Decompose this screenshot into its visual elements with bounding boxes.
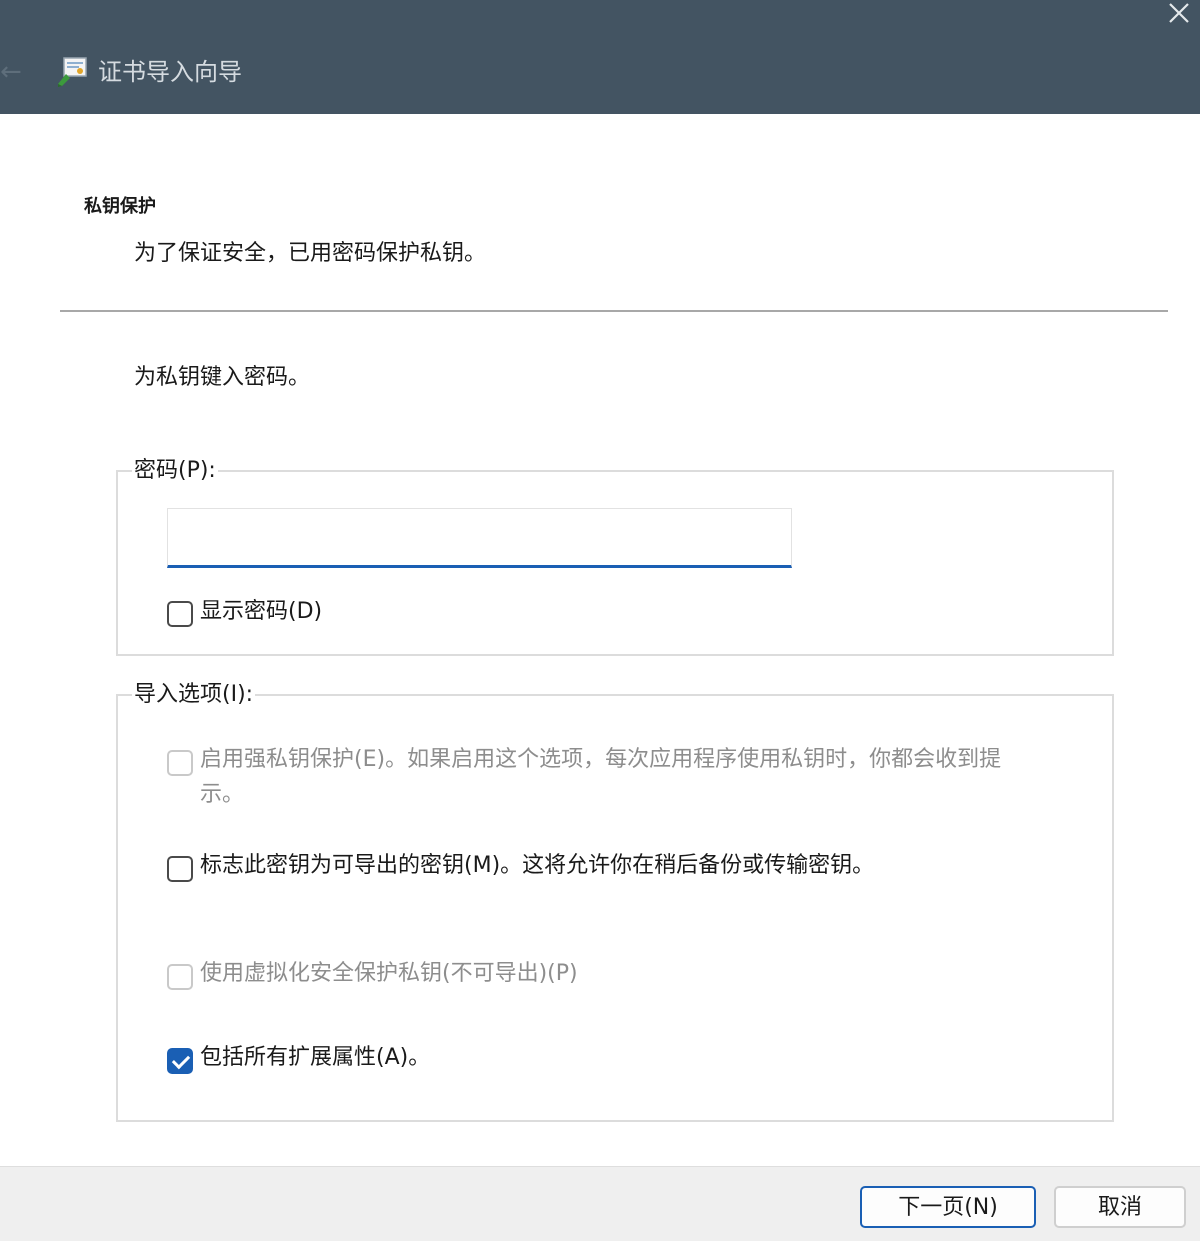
close-icon[interactable] [1160,0,1200,26]
import-options-legend: 导入选项(I): [132,680,256,710]
section-description: 为了保证安全，已用密码保护私钥。 [134,241,487,266]
strong-protection-label-line1: 启用强私钥保护(E)。如果启用这个选项，每次应用程序使用私钥时，你都会收到提 [200,747,1002,772]
show-password-checkbox[interactable] [167,601,193,627]
password-prompt: 为私钥键入密码。 [134,365,311,390]
window-title: 证书导入向导 [98,58,242,86]
strong-protection-checkbox[interactable] [167,750,193,776]
cancel-button[interactable]: 取消 [1054,1186,1186,1228]
password-input[interactable] [167,508,792,568]
certificate-wizard-icon [56,56,90,88]
password-group-legend: 密码(P): [132,456,218,486]
section-title: 私钥保护 [84,196,156,217]
header-divider [60,310,1168,312]
exportable-key-label[interactable]: 标志此密钥为可导出的密钥(M)。这将允许你在稍后备份或传输密钥。 [200,849,874,883]
virtualization-security-checkbox[interactable] [167,964,193,990]
virtualization-security-label: 使用虚拟化安全保护私钥(不可导出)(P) [200,961,578,986]
strong-protection-label-line2: 示。 [200,782,245,807]
show-password-label[interactable]: 显示密码(D) [200,595,322,629]
extended-properties-checkbox[interactable] [167,1048,193,1074]
next-button[interactable]: 下一页(N) [860,1186,1036,1228]
title-bar: ← 证书导入向导 [0,0,1200,114]
extended-properties-label[interactable]: 包括所有扩展属性(A)。 [200,1041,430,1075]
back-arrow-icon[interactable]: ← [0,58,28,86]
exportable-key-checkbox[interactable] [167,856,193,882]
